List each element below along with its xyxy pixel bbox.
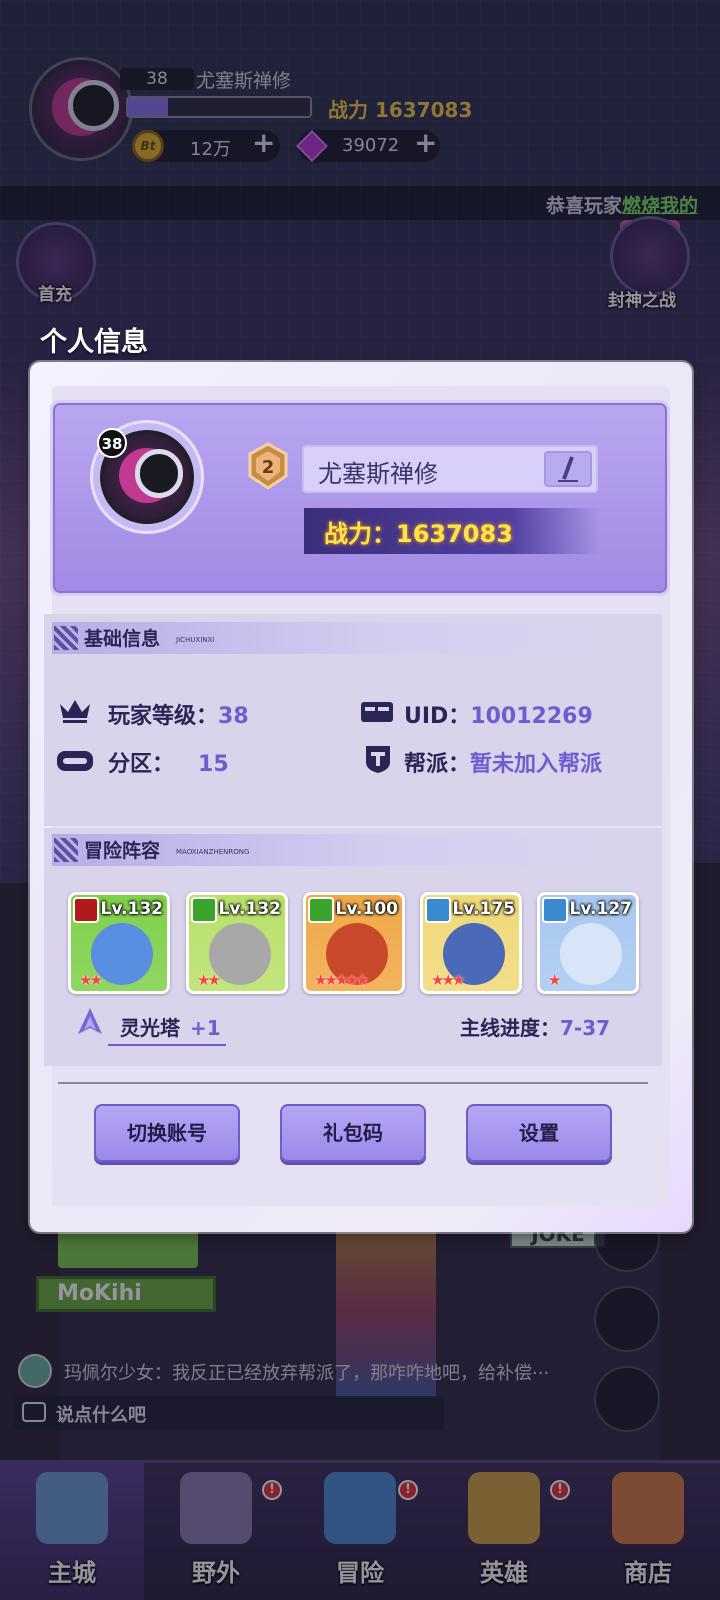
uid-value: 10012269 [470,704,593,729]
hero-portrait [209,923,271,985]
hero-faction-badge-icon [425,897,451,923]
spirit-tower-underline [108,1044,226,1046]
hero-level: Lv.132 [100,899,163,919]
basic-info-title: 基础信息 [84,628,161,650]
modal-title: 个人信息 [40,327,148,358]
spirit-tower-text: 灵光塔 +1 [120,1012,221,1041]
hero-faction-badge-icon [308,897,334,923]
server-row: 分区： 15 [108,746,229,778]
lineup-subtitle: MAOXIANZHENRONG [176,848,250,856]
hero-level: Lv.175 [452,899,515,919]
server-label: 分区： [108,752,175,777]
section-stripes-icon [54,838,78,862]
hero-card[interactable]: Lv.132 ★★ [186,892,288,994]
hero-stars: ★★★ [431,971,465,989]
basic-info-header: 基础信息 JICHUXINXI [52,622,612,654]
hero-level: Lv.132 [218,899,281,919]
main-progress-value: 7-37 [560,1016,611,1040]
profile-name-box: 尤塞斯禅修 [302,445,598,493]
uid-row: UID：10012269 [404,698,593,730]
profile-power: 战力：1637083 [324,520,513,548]
hero-stars: ★★ [79,971,103,989]
guild-row: 帮派：暂未加入帮派 [404,746,602,778]
profile-power-bar: 战力：1637083 [304,508,600,554]
uid-label: UID： [404,704,471,729]
modal-divider [58,1082,648,1084]
gift-code-button[interactable]: 礼包码 [280,1104,426,1162]
hero-level: Lv.100 [335,899,398,919]
crown-icon [60,700,90,723]
spirit-tower-icon [78,1008,102,1034]
guild-shield-icon [366,746,390,773]
id-card-icon [361,702,393,722]
edit-name-button[interactable] [544,451,592,487]
profile-name: 尤塞斯禅修 [318,460,438,488]
hero-stars: ★★ [197,971,221,989]
hero-card[interactable]: Lv.132 ★★ [68,892,170,994]
hero-faction-badge-icon [73,897,99,923]
hero-level: Lv.127 [569,899,632,919]
guild-value: 暂未加入帮派 [470,752,603,777]
section-stripes-icon [54,626,78,650]
hero-faction-badge-icon [191,897,217,923]
robot-eye-icon [134,449,184,498]
hero-card[interactable]: Lv.175 ★★★ [420,892,522,994]
hero-faction-badge-icon [542,897,568,923]
spirit-tower-value: +1 [190,1016,221,1040]
hero-stars: ★ [548,971,562,989]
server-value: 15 [198,752,229,777]
hero-card[interactable]: Lv.127 ★ [537,892,639,994]
player-level-row: 玩家等级：38 [108,698,249,730]
settings-button[interactable]: 设置 [466,1104,612,1162]
rank-number: 2 [262,457,275,478]
profile-level-badge: 38 [97,428,127,458]
player-level-value: 38 [218,704,249,729]
rank-medal-icon: 2 [248,442,288,490]
basic-info-subtitle: JICHUXINXI [176,636,215,644]
server-icon [57,751,93,771]
main-progress: 主线进度：7-37 [460,1012,610,1041]
spirit-tower-label: 灵光塔 [120,1016,180,1040]
main-progress-label: 主线进度： [460,1016,560,1040]
hero-portrait [560,923,622,985]
hero-portrait [91,923,153,985]
pencil-icon [558,456,578,482]
player-level-label: 玩家等级： [108,704,219,729]
lineup-header: 冒险阵容 MAOXIANZHENRONG [52,834,612,866]
switch-account-button[interactable]: 切换账号 [94,1104,240,1162]
hero-card[interactable]: Lv.100 ★★★★★ [303,892,405,994]
lineup-title: 冒险阵容 [84,840,161,862]
guild-label: 帮派： [404,752,471,777]
hero-stars: ★★★★★ [314,971,369,989]
